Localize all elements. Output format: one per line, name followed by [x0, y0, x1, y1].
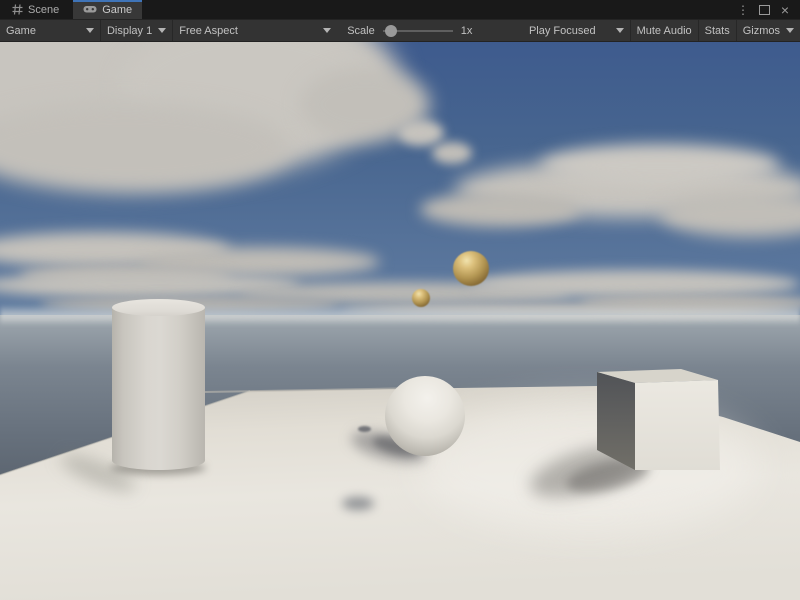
chevron-down-icon — [158, 28, 166, 33]
play-focused-popup[interactable]: Play Focused — [523, 20, 630, 41]
mute-audio-button[interactable]: Mute Audio — [631, 20, 698, 41]
close-icon[interactable]: × — [778, 3, 792, 17]
chevron-down-icon — [86, 28, 94, 33]
tab-game[interactable]: Game — [73, 0, 142, 19]
grid-icon — [12, 4, 23, 15]
game-viewport[interactable] — [0, 42, 800, 600]
chevron-down-icon — [786, 28, 794, 33]
scale-slider-knob[interactable] — [385, 25, 397, 37]
gold-sphere-small — [412, 289, 430, 307]
cube-object — [0, 42, 800, 600]
tab-scene[interactable]: Scene — [2, 0, 69, 19]
chevron-down-icon — [616, 28, 624, 33]
stats-button[interactable]: Stats — [699, 20, 736, 41]
tab-scene-label: Scene — [28, 4, 59, 16]
gamepad-icon — [83, 5, 97, 14]
scale-label: Scale — [347, 25, 375, 37]
aspect-popup[interactable]: Free Aspect — [173, 20, 337, 41]
gold-sphere-large — [453, 251, 489, 286]
scale-slider[interactable] — [383, 30, 453, 32]
game-popup[interactable]: Game — [0, 20, 100, 41]
scale-value: 1x — [461, 25, 473, 37]
tab-game-label: Game — [102, 4, 132, 16]
unity-game-window: Scene Game ⋮ × Game Display 1 Fr — [0, 0, 800, 600]
chevron-down-icon — [323, 28, 331, 33]
game-view-toolbar: Game Display 1 Free Aspect Scale 1x Play… — [0, 19, 800, 42]
toolbar-right-group: Play Focused Mute Audio Stats Gizmos — [523, 20, 800, 41]
scale-control: Scale 1x — [337, 25, 482, 37]
display-popup[interactable]: Display 1 — [101, 20, 172, 41]
window-controls: ⋮ × — [736, 0, 800, 19]
gizmos-popup[interactable]: Gizmos — [737, 20, 800, 41]
maximize-icon[interactable] — [757, 3, 771, 17]
more-vertical-icon[interactable]: ⋮ — [736, 3, 750, 17]
tab-bar: Scene Game ⋮ × — [0, 0, 800, 19]
